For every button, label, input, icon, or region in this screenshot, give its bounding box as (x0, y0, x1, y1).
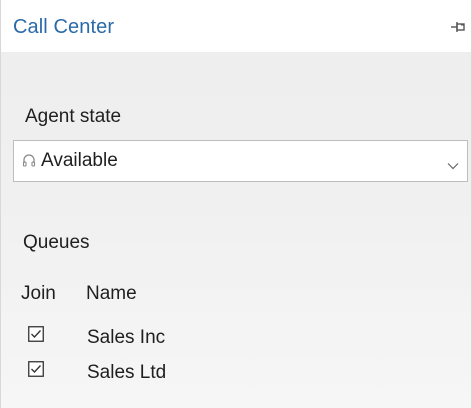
queues-label: Queues (23, 232, 90, 253)
agent-state-value: Available (41, 150, 118, 171)
column-header-name: Name (86, 283, 137, 304)
queue-row: Sales Inc (1, 322, 471, 354)
panel-titlebar: Call Center (1, 0, 471, 52)
pin-icon[interactable] (451, 20, 467, 32)
queue-name: Sales Ltd (87, 362, 167, 383)
agent-state-label: Agent state (25, 106, 122, 127)
headset-icon (22, 154, 36, 168)
chevron-down-icon (447, 157, 459, 170)
join-checkbox[interactable] (28, 326, 44, 342)
panel-title: Call Center (13, 16, 115, 38)
queue-name: Sales Inc (87, 327, 166, 348)
column-header-join: Join (21, 283, 56, 304)
agent-state-dropdown[interactable]: Available (13, 140, 468, 182)
call-center-panel: Call Center Agent state Available Queues… (0, 0, 472, 408)
join-checkbox[interactable] (28, 361, 44, 377)
queue-row: Sales Ltd (1, 357, 471, 389)
